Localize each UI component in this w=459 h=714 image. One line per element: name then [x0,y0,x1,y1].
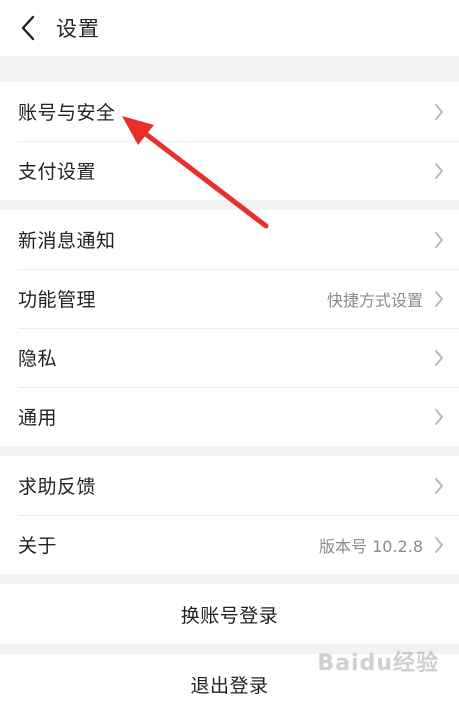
settings-item-feature-management[interactable]: 功能管理 快捷方式设置 [0,269,459,328]
settings-item-general[interactable]: 通用 [0,387,459,446]
chevron-right-icon [433,348,445,368]
settings-item-label: 新消息通知 [18,230,116,252]
settings-item-label: 功能管理 [18,289,97,311]
baidu-watermark: Baidu经验 [317,651,439,676]
settings-group-help: 求助反馈 关于 版本号 10.2.8 [0,456,459,574]
header-bar: 设置 [0,0,459,56]
section-gap [0,446,459,456]
settings-item-label: 关于 [18,535,58,557]
chevron-right-icon [433,161,445,181]
chevron-right-icon [433,230,445,250]
settings-item-label: 隐私 [18,348,58,370]
chevron-right-icon [433,476,445,496]
page-title: 设置 [56,17,100,41]
chevron-right-icon [433,289,445,309]
settings-group-account: 账号与安全 支付设置 [0,82,459,200]
chevron-right-icon [433,102,445,122]
settings-item-label: 求助反馈 [18,476,97,498]
settings-group-general: 新消息通知 功能管理 快捷方式设置 隐私 通用 [0,210,459,446]
chevron-left-icon[interactable] [6,0,50,56]
settings-item-value: 快捷方式设置 [326,290,423,310]
switch-account-button[interactable]: 换账号登录 [0,584,459,644]
chevron-right-icon [433,407,445,427]
settings-item-privacy[interactable]: 隐私 [0,328,459,387]
settings-item-payment[interactable]: 支付设置 [0,141,459,200]
settings-item-about[interactable]: 关于 版本号 10.2.8 [0,515,459,574]
section-gap [0,574,459,584]
section-gap [0,56,459,82]
settings-item-label: 支付设置 [18,161,97,183]
settings-item-feedback[interactable]: 求助反馈 [0,456,459,515]
section-gap [0,200,459,210]
settings-item-account-security[interactable]: 账号与安全 [0,82,459,141]
settings-item-value: 版本号 10.2.8 [319,536,423,556]
settings-item-label: 通用 [18,407,58,429]
chevron-right-icon [433,535,445,555]
settings-item-notifications[interactable]: 新消息通知 [0,210,459,269]
settings-item-label: 账号与安全 [18,102,116,124]
